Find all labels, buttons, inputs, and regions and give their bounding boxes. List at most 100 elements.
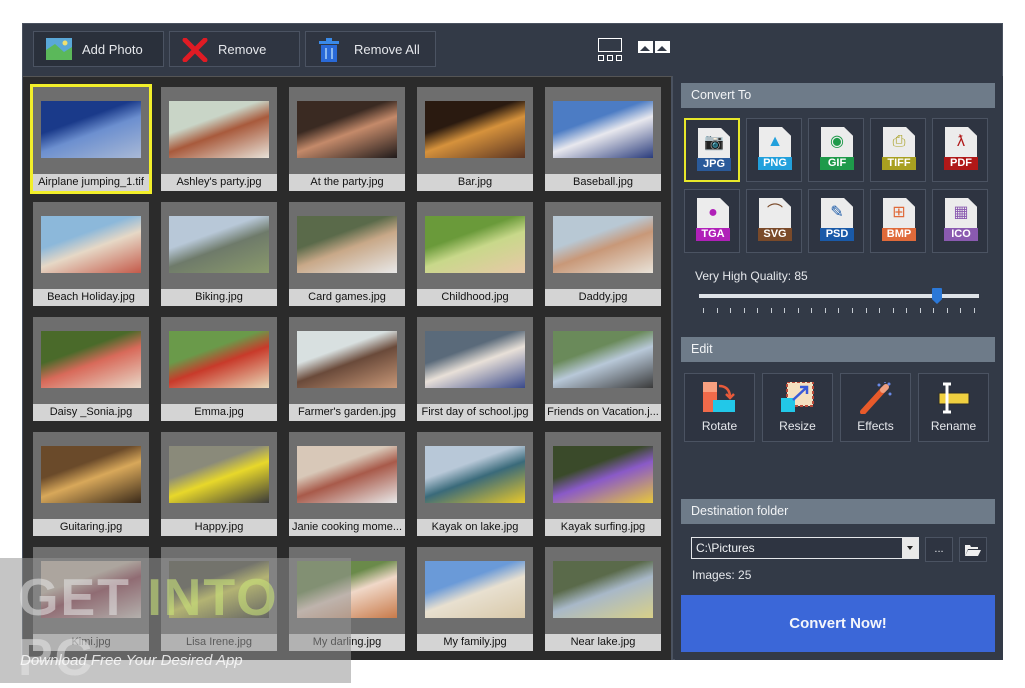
convert-to-header: Convert To bbox=[681, 83, 995, 108]
photo-thumbnail[interactable]: Ashley's party.jpg bbox=[161, 87, 277, 191]
photo-thumbnail[interactable]: Emma.jpg bbox=[161, 317, 277, 421]
photo-thumbnail[interactable]: Lisa Irene.jpg bbox=[161, 547, 277, 651]
trash-icon bbox=[318, 38, 344, 62]
format-ico-button[interactable]: ▦ ICO bbox=[932, 189, 988, 253]
photo-thumbnail[interactable]: Kayak on lake.jpg bbox=[417, 432, 533, 536]
photo-thumbnail[interactable]: First day of school.jpg bbox=[417, 317, 533, 421]
windows-icon: ⊞ bbox=[892, 204, 906, 221]
photo-image bbox=[41, 561, 141, 618]
photo-thumbnail[interactable]: Kimi.jpg bbox=[33, 547, 149, 651]
convert-now-button[interactable]: Convert Now! bbox=[681, 595, 995, 652]
photo-image bbox=[425, 446, 525, 503]
photo-image bbox=[553, 101, 653, 158]
slider-tick bbox=[933, 308, 935, 313]
slider-tick bbox=[892, 308, 894, 313]
quality-slider[interactable] bbox=[699, 288, 979, 304]
slider-tick bbox=[906, 308, 908, 313]
picture-icon bbox=[655, 41, 670, 53]
photo-thumbnail[interactable]: Biking.jpg bbox=[161, 202, 277, 306]
photo-image bbox=[41, 101, 141, 158]
rotate-button[interactable]: Rotate bbox=[684, 373, 755, 442]
slider-tick bbox=[960, 308, 962, 313]
slider-tick bbox=[946, 308, 948, 313]
photo-filename: Farmer's garden.jpg bbox=[289, 404, 405, 421]
photo-thumbnail[interactable]: Baseball.jpg bbox=[545, 87, 661, 191]
photo-gallery[interactable]: Airplane jumping_1.tif Ashley's party.jpg… bbox=[23, 76, 673, 660]
format-tiff-button[interactable]: ⎙ TIFF bbox=[870, 118, 926, 182]
format-png-button[interactable]: ▲ PNG bbox=[746, 118, 802, 182]
photo-thumbnail[interactable]: My family.jpg bbox=[417, 547, 533, 651]
format-label: TIFF bbox=[882, 157, 916, 170]
filmstrip-view-toggle[interactable] bbox=[598, 38, 624, 62]
photo-filename: Friends on Vacation.j... bbox=[545, 404, 661, 421]
format-label: GIF bbox=[820, 157, 854, 170]
magic-wand-icon bbox=[859, 381, 893, 415]
photo-thumbnail[interactable]: Beach Holiday.jpg bbox=[33, 202, 149, 306]
preview-frame-icon bbox=[598, 38, 622, 52]
tile-view-toggle[interactable] bbox=[638, 41, 672, 55]
photo-image bbox=[41, 331, 141, 388]
add-photo-button[interactable]: Add Photo bbox=[33, 31, 164, 67]
printer-icon: ⎙ bbox=[892, 133, 906, 150]
photo-filename: Janie cooking mome... bbox=[289, 519, 405, 536]
photo-thumbnail[interactable]: Happy.jpg bbox=[161, 432, 277, 536]
photo-filename: Emma.jpg bbox=[161, 404, 277, 421]
slider-tick bbox=[865, 308, 867, 313]
images-count: Images: 25 bbox=[692, 568, 752, 582]
photo-filename: Card games.jpg bbox=[289, 289, 405, 306]
photo-thumbnail[interactable]: Bar.jpg bbox=[417, 87, 533, 191]
quality-slider-thumb[interactable] bbox=[932, 288, 942, 304]
rename-button[interactable]: Rename bbox=[918, 373, 989, 442]
photo-thumbnail[interactable]: Near lake.jpg bbox=[545, 547, 661, 651]
slider-tick bbox=[879, 308, 881, 313]
thumb-square-icon bbox=[616, 55, 622, 61]
thumb-square-icon bbox=[607, 55, 613, 61]
slider-tick bbox=[919, 308, 921, 313]
photo-thumbnail[interactable]: Farmer's garden.jpg bbox=[289, 317, 405, 421]
remove-button[interactable]: Remove bbox=[169, 31, 300, 67]
slider-tick bbox=[703, 308, 704, 313]
photo-filename: Beach Holiday.jpg bbox=[33, 289, 149, 306]
format-bmp-button[interactable]: ⊞ BMP bbox=[870, 189, 926, 253]
destination-folder-combobox[interactable]: C:\Pictures bbox=[691, 537, 919, 559]
photo-filename: Lisa Irene.jpg bbox=[161, 634, 277, 651]
photo-thumbnail[interactable]: Airplane jumping_1.tif bbox=[30, 84, 152, 194]
format-gif-button[interactable]: ◉ GIF bbox=[808, 118, 864, 182]
format-svg-button[interactable]: ⌒ SVG bbox=[746, 189, 802, 253]
photo-image bbox=[169, 446, 269, 503]
destination-header: Destination folder bbox=[681, 499, 995, 524]
browse-button[interactable]: ... bbox=[925, 537, 953, 562]
slider-tick bbox=[973, 308, 975, 313]
photo-thumbnail[interactable]: Kayak surfing.jpg bbox=[545, 432, 661, 536]
photo-image bbox=[425, 331, 525, 388]
format-tga-button[interactable]: ● TGA bbox=[684, 189, 740, 253]
add-photo-label: Add Photo bbox=[82, 41, 143, 57]
photo-filename: Airplane jumping_1.tif bbox=[33, 174, 149, 191]
color-wheel-icon: ◉ bbox=[830, 133, 844, 150]
format-jpg-button[interactable]: 📷 JPG bbox=[684, 118, 740, 182]
open-folder-button[interactable] bbox=[959, 537, 987, 562]
photo-thumbnail[interactable]: Daisy _Sonia.jpg bbox=[33, 317, 149, 421]
thumb-square-icon bbox=[598, 55, 604, 61]
photo-thumbnail[interactable]: Card games.jpg bbox=[289, 202, 405, 306]
effects-button[interactable]: Effects bbox=[840, 373, 911, 442]
slider-tick bbox=[770, 308, 772, 313]
dropdown-arrow-icon[interactable] bbox=[902, 538, 918, 558]
photo-filename: Childhood.jpg bbox=[417, 289, 533, 306]
remove-all-button[interactable]: Remove All bbox=[305, 31, 436, 67]
photo-thumbnail[interactable]: At the party.jpg bbox=[289, 87, 405, 191]
resize-button[interactable]: Resize bbox=[762, 373, 833, 442]
photo-thumbnail[interactable]: Guitaring.jpg bbox=[33, 432, 149, 536]
slider-ticks bbox=[703, 308, 975, 314]
photo-thumbnail[interactable]: Daddy.jpg bbox=[545, 202, 661, 306]
photo-image bbox=[297, 446, 397, 503]
format-psd-button[interactable]: ✎ PSD bbox=[808, 189, 864, 253]
format-label: PSD bbox=[820, 228, 854, 241]
photo-thumbnail[interactable]: Childhood.jpg bbox=[417, 202, 533, 306]
photo-thumbnail[interactable]: Janie cooking mome... bbox=[289, 432, 405, 536]
photo-thumbnail[interactable]: My darling.jpg bbox=[289, 547, 405, 651]
format-pdf-button[interactable]: ƛ PDF bbox=[932, 118, 988, 182]
photo-filename: My family.jpg bbox=[417, 634, 533, 651]
photo-thumbnail[interactable]: Friends on Vacation.j... bbox=[545, 317, 661, 421]
photo-image bbox=[169, 331, 269, 388]
